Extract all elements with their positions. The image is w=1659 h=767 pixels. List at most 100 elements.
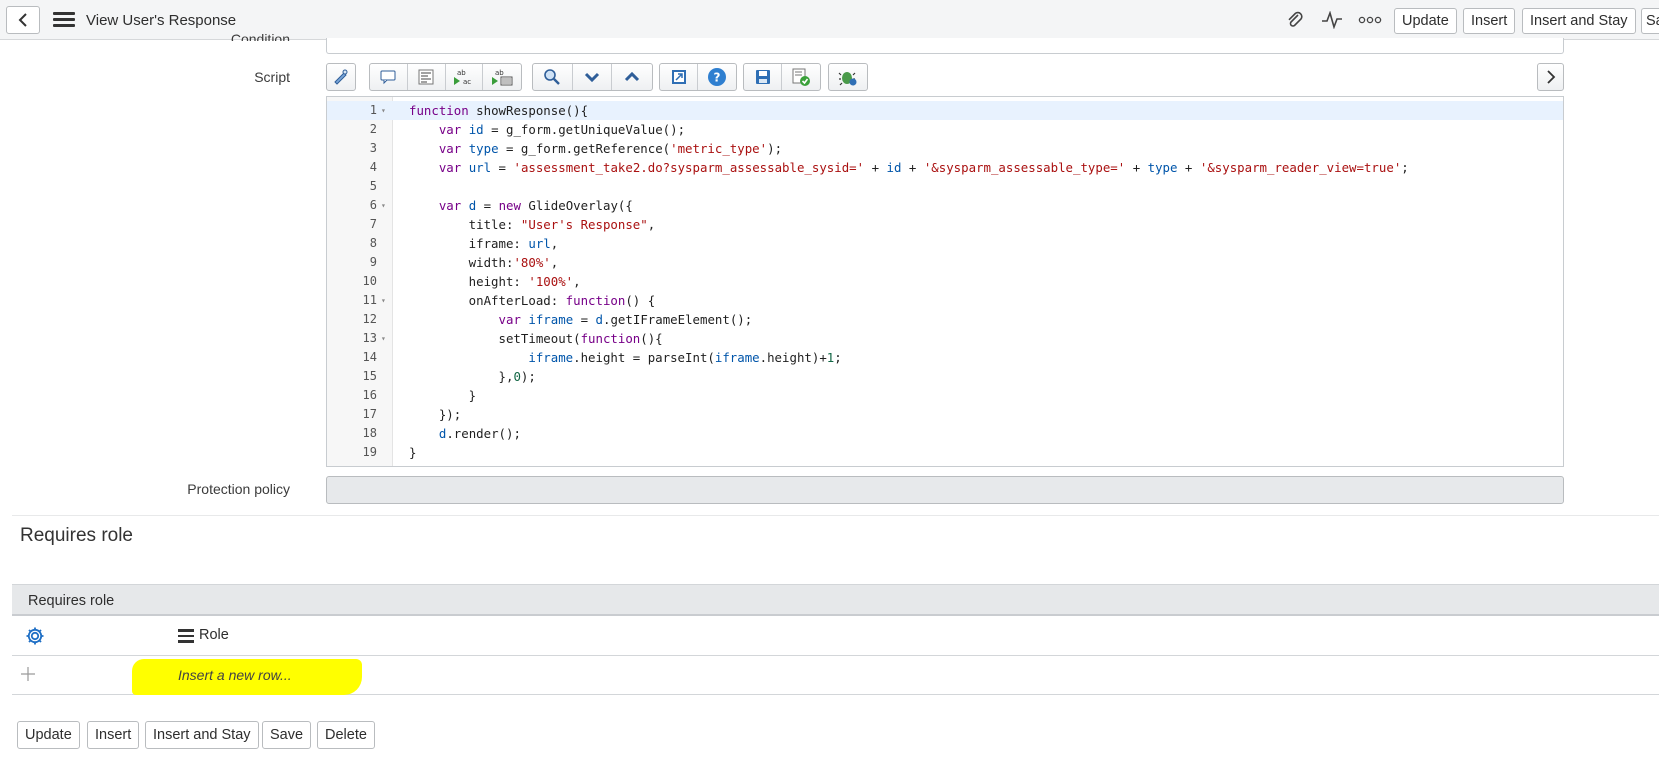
line-number: 8	[369, 236, 377, 250]
footer-insert-and-stay-button[interactable]: Insert and Stay	[145, 721, 259, 749]
activity-icon[interactable]	[1320, 10, 1344, 30]
code-text: var iframe = d.getIFrameElement();	[498, 312, 753, 327]
svg-text:ac: ac	[463, 78, 471, 86]
code-text: d.render();	[438, 426, 521, 441]
condition-label: Condition	[230, 31, 290, 41]
line-number: 14	[362, 350, 377, 364]
edit-script-icon[interactable]	[327, 64, 355, 90]
code-text: iframe.height = parseInt(iframe.height)+…	[528, 350, 842, 365]
condition-field[interactable]	[326, 38, 1564, 54]
related-list-column-row: Role	[12, 617, 1659, 656]
code-text: width:'80%',	[409, 255, 559, 270]
code-line[interactable]: 15 },0);	[327, 367, 1563, 386]
code-line[interactable]: 7 title: "User's Response",	[327, 215, 1563, 234]
code-line[interactable]: 11 ▾ onAfterLoad: function() {	[327, 291, 1563, 310]
insert-row: Insert a new row...	[12, 656, 1659, 695]
code-line[interactable]: 1 ▾ function showResponse(){	[327, 101, 1563, 120]
code-text: height: '100%',	[409, 274, 581, 289]
line-number: 17	[362, 407, 377, 421]
code-line[interactable]: 16 }	[327, 386, 1563, 405]
add-row-icon[interactable]	[20, 666, 36, 685]
header-save-button[interactable]: Save	[1641, 8, 1659, 34]
fold-arrow-icon[interactable]: ▾	[381, 196, 386, 215]
code-text: var type = g_form.getReference('metric_t…	[438, 141, 783, 156]
line-number: 16	[362, 388, 377, 402]
code-line[interactable]: 5	[327, 177, 1563, 196]
line-number: 10	[362, 274, 377, 288]
code-line[interactable]: 4 var url = 'assessment_take2.do?sysparm…	[327, 158, 1563, 177]
line-number: 11	[362, 293, 377, 307]
code-text: onAfterLoad: function() {	[409, 293, 656, 308]
comment-icon[interactable]	[370, 64, 408, 90]
chevron-left-icon	[18, 13, 27, 27]
replace-all-icon[interactable]: ab	[483, 64, 521, 90]
code-text: }	[409, 445, 417, 460]
replace-icon[interactable]: ab ac	[446, 64, 484, 90]
column-menu-icon[interactable]	[178, 629, 194, 643]
fold-arrow-icon[interactable]: ▾	[381, 329, 386, 348]
header-insert-button[interactable]: Insert	[1463, 8, 1516, 34]
help-icon[interactable]: ?	[698, 64, 736, 90]
format-icon[interactable]	[408, 64, 446, 90]
code-line[interactable]: 18 d.render();	[327, 424, 1563, 443]
gear-icon[interactable]	[24, 625, 46, 650]
code-line[interactable]: 17 });	[327, 405, 1563, 424]
svg-text:ab: ab	[495, 69, 504, 77]
line-number: 4	[369, 160, 377, 174]
menu-icon[interactable]	[53, 12, 75, 28]
footer-update-button[interactable]: Update	[17, 721, 80, 749]
related-list-title: Requires role	[28, 593, 115, 609]
line-number: 6	[369, 198, 377, 212]
footer-save-button[interactable]: Save	[262, 721, 312, 749]
svg-text:ab: ab	[457, 69, 466, 77]
search-down-icon[interactable]	[573, 64, 613, 90]
page-title: View User's Response	[86, 12, 237, 29]
search-up-icon[interactable]	[612, 64, 652, 90]
code-text: }	[409, 388, 477, 403]
code-line[interactable]: 13 ▾ setTimeout(function(){	[327, 329, 1563, 348]
footer-delete-button[interactable]: Delete	[317, 721, 375, 749]
protection-policy-label: Protection policy	[187, 481, 290, 497]
footer-insert-button[interactable]: Insert	[87, 721, 140, 749]
code-line[interactable]: 8 iframe: url,	[327, 234, 1563, 253]
code-line[interactable]: 2 var id = g_form.getUniqueValue();	[327, 120, 1563, 139]
line-number: 19	[362, 445, 377, 459]
more-options-icon[interactable]	[1358, 10, 1382, 30]
header-insert-and-stay-button[interactable]: Insert and Stay	[1522, 8, 1636, 34]
code-text: function showResponse(){	[409, 103, 589, 118]
section-title: Requires role	[20, 525, 133, 546]
save-icon[interactable]	[744, 64, 782, 90]
role-column-header[interactable]: Role	[199, 627, 229, 643]
code-line[interactable]: 10 height: '100%',	[327, 272, 1563, 291]
paperclip-icon[interactable]	[1283, 10, 1307, 30]
protection-policy-field[interactable]	[326, 476, 1564, 504]
code-text: title: "User's Response",	[409, 217, 656, 232]
insert-new-row-placeholder[interactable]: Insert a new row...	[178, 667, 292, 683]
debug-icon[interactable]	[829, 64, 867, 90]
code-line[interactable]: 9 width:'80%',	[327, 253, 1563, 272]
section-divider	[12, 515, 1659, 516]
line-number: 7	[369, 217, 377, 231]
check-syntax-icon[interactable]	[782, 64, 820, 90]
code-line[interactable]: 19}	[327, 443, 1563, 462]
code-text: iframe: url,	[409, 236, 559, 251]
line-number: 1	[369, 103, 377, 117]
code-line[interactable]: 3 var type = g_form.getReference('metric…	[327, 139, 1563, 158]
script-editor[interactable]: 1 ▾ function showResponse(){ 2 var id = g_f…	[326, 96, 1564, 467]
line-number: 15	[362, 369, 377, 383]
line-number: 9	[369, 255, 377, 269]
fullscreen-icon[interactable]	[660, 64, 698, 90]
fold-arrow-icon[interactable]: ▾	[381, 291, 386, 310]
search-icon[interactable]	[533, 64, 573, 90]
code-line[interactable]: 6 ▾ var d = new GlideOverlay({	[327, 196, 1563, 215]
code-line[interactable]: 12 var iframe = d.getIFrameElement();	[327, 310, 1563, 329]
fold-arrow-icon[interactable]: ▾	[381, 101, 386, 120]
line-number: 18	[362, 426, 377, 440]
header-update-button[interactable]: Update	[1394, 8, 1457, 34]
back-button[interactable]	[6, 6, 40, 34]
code-text: });	[409, 407, 462, 422]
line-number: 2	[369, 122, 377, 136]
code-line[interactable]: 14 iframe.height = parseInt(iframe.heigh…	[327, 348, 1563, 367]
line-number: 3	[369, 141, 377, 155]
expand-right-icon[interactable]	[1538, 64, 1563, 90]
